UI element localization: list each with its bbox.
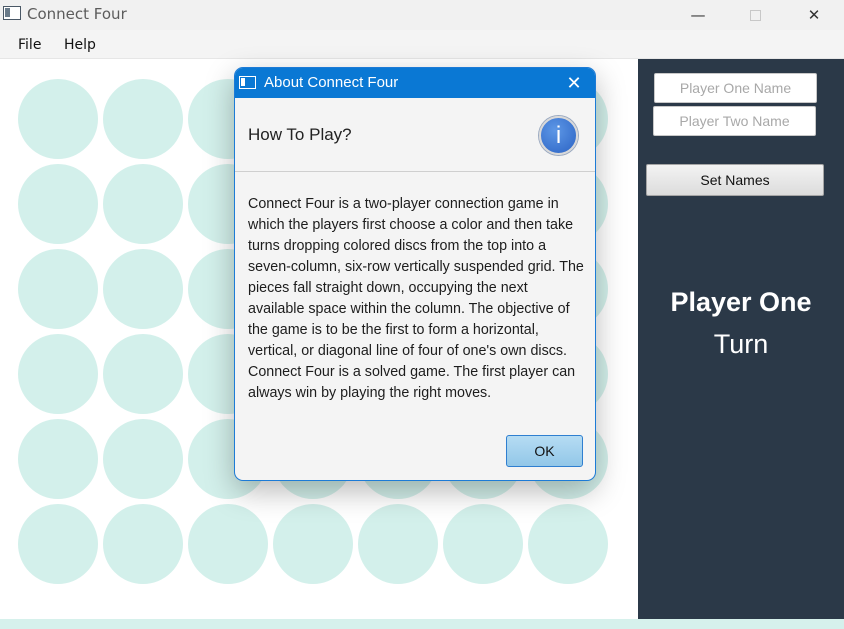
board-cell[interactable] <box>103 79 183 159</box>
dialog-titlebar: About Connect Four ✕ <box>235 68 595 98</box>
side-panel: Set Names Player One Turn <box>638 59 844 619</box>
board-cell[interactable] <box>18 164 98 244</box>
board-cell[interactable] <box>273 504 353 584</box>
maximize-button[interactable] <box>730 0 780 30</box>
board-cell[interactable] <box>103 164 183 244</box>
minimize-icon: — <box>690 6 706 24</box>
player-two-name-input[interactable] <box>653 106 816 136</box>
dialog-close-button[interactable]: ✕ <box>561 71 587 95</box>
menu-file[interactable]: File <box>18 37 41 53</box>
player-one-name-input[interactable] <box>654 73 817 103</box>
board-cell[interactable] <box>18 249 98 329</box>
info-icon: i <box>539 116 578 155</box>
close-icon: ✕ <box>566 72 582 94</box>
ok-button[interactable]: OK <box>506 435 583 467</box>
maximize-icon <box>749 9 761 21</box>
minimize-button[interactable]: — <box>673 0 723 30</box>
window-titlebar: Connect Four — ✕ <box>0 0 844 30</box>
board-cell[interactable] <box>18 334 98 414</box>
dialog-body-text: Connect Four is a two-player connection … <box>248 196 584 401</box>
board-cell[interactable] <box>18 504 98 584</box>
window-title: Connect Four <box>27 5 127 23</box>
dialog-header: How To Play? i <box>235 98 595 172</box>
board-cell[interactable] <box>18 79 98 159</box>
app-window-icon <box>3 6 21 20</box>
menu-bar: File Help <box>0 30 844 59</box>
close-window-button[interactable]: ✕ <box>789 0 839 30</box>
board-cell[interactable] <box>188 504 268 584</box>
board-cell[interactable] <box>103 249 183 329</box>
set-names-button[interactable]: Set Names <box>646 164 824 196</box>
turn-label: Turn <box>713 329 769 359</box>
board-cell[interactable] <box>528 504 608 584</box>
board-cell[interactable] <box>103 334 183 414</box>
dialog-window-icon <box>239 76 256 89</box>
about-dialog: About Connect Four ✕ How To Play? i Conn… <box>234 67 596 481</box>
board-cell[interactable] <box>358 504 438 584</box>
board-cell[interactable] <box>103 504 183 584</box>
current-player-label: Player One <box>670 287 812 317</box>
board-cell[interactable] <box>18 419 98 499</box>
board-cell[interactable] <box>443 504 523 584</box>
menu-help[interactable]: Help <box>64 37 96 53</box>
dialog-title: About Connect Four <box>264 74 399 91</box>
board-cell[interactable] <box>103 419 183 499</box>
dialog-heading: How To Play? <box>248 125 352 144</box>
bottom-strip <box>0 619 844 629</box>
close-icon: ✕ <box>807 6 821 24</box>
